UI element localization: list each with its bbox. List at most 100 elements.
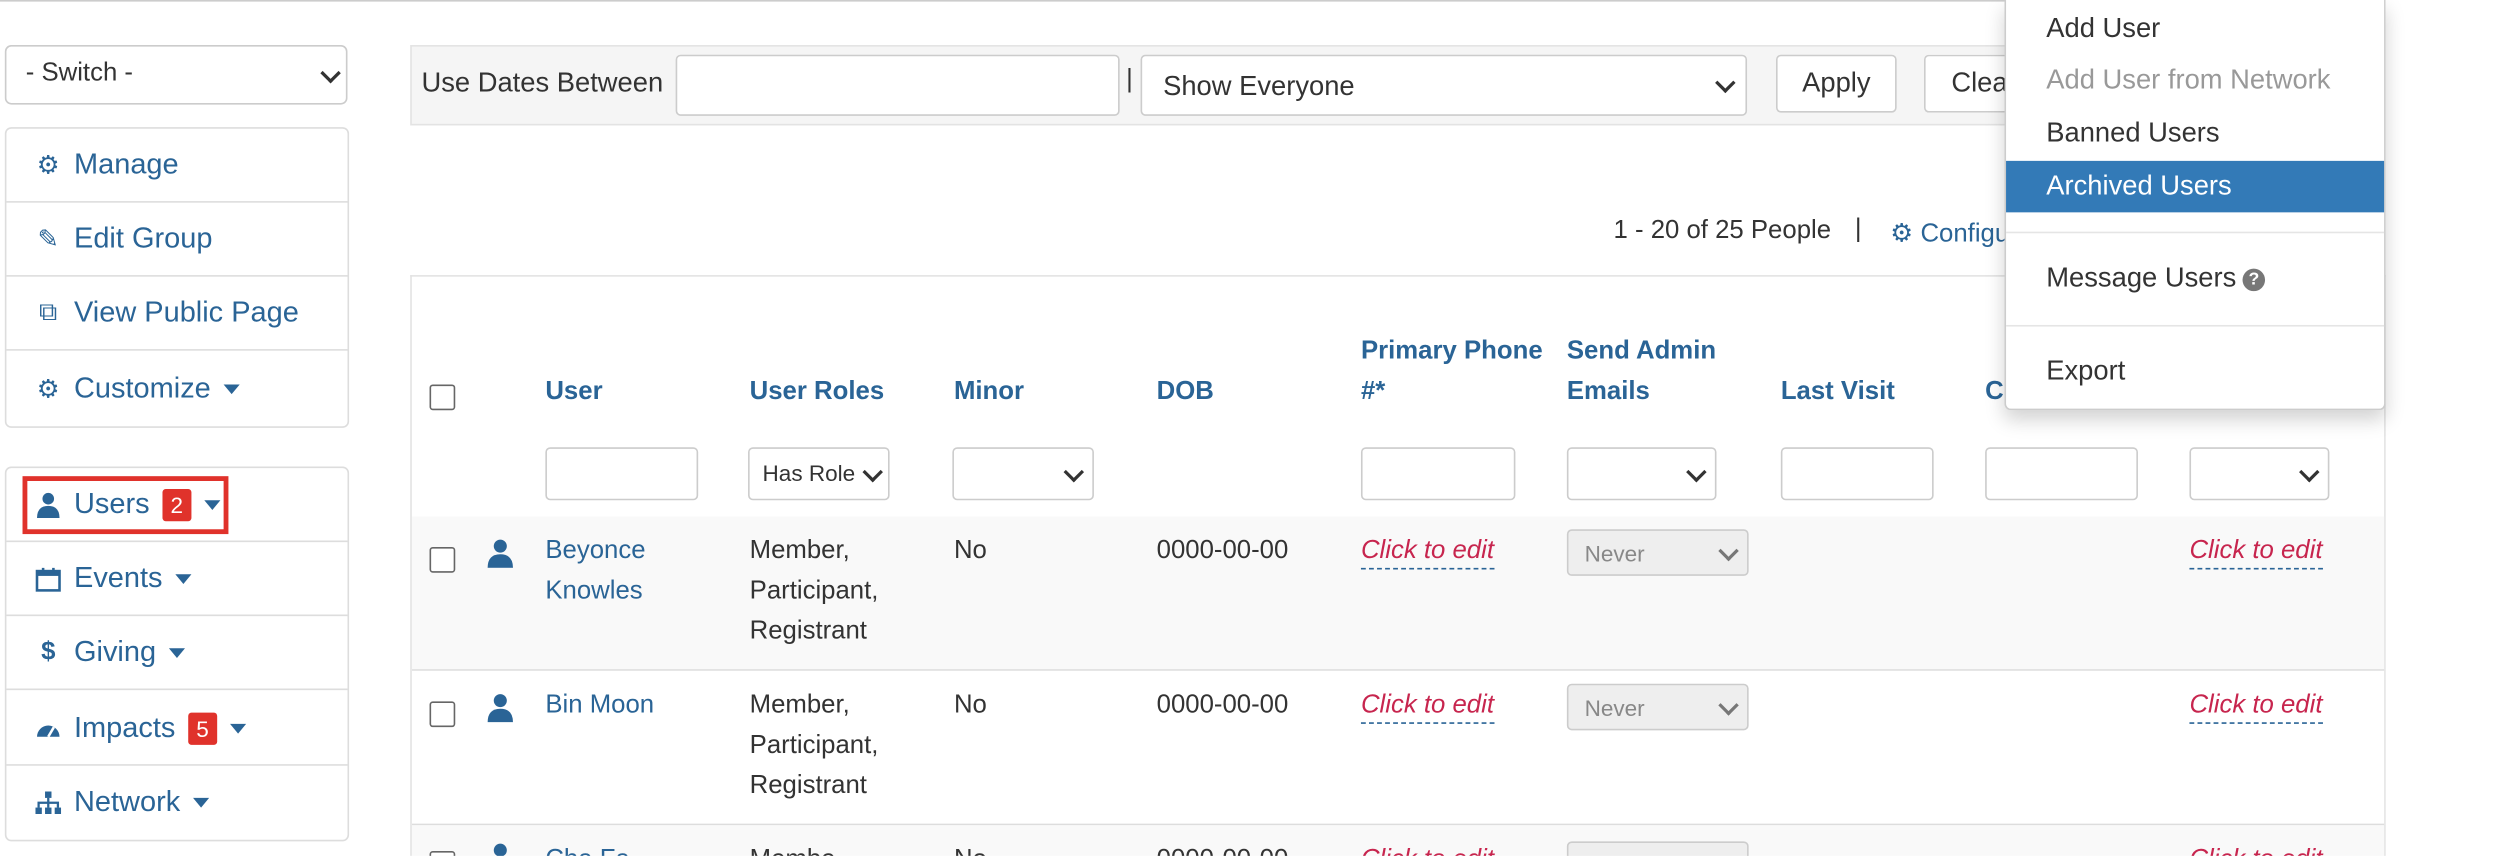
role-filter-select[interactable]: Has Role — [748, 447, 890, 501]
sidebar-item-label: Network — [74, 785, 210, 819]
user-icon — [487, 539, 513, 568]
minor-filter-select[interactable] — [952, 447, 1094, 501]
chevron-down-icon — [1718, 540, 1739, 562]
column-header-primary-phone[interactable]: Primary Phone #* — [1361, 331, 1543, 411]
user-name-link[interactable]: Bin Moon — [545, 685, 654, 725]
sidebar-item-network[interactable]: Network — [6, 766, 347, 840]
switch-select[interactable]: - Switch - — [4, 45, 348, 105]
question-circle-icon: ? — [2242, 267, 2266, 291]
dob-value: 0000-00-00 — [1156, 537, 1289, 565]
sidebar-item-label: Impacts 5 — [74, 711, 246, 745]
date-range-input[interactable] — [675, 54, 1120, 116]
sidebar-item-edit-group[interactable]: ✎ Edit Group — [6, 203, 348, 277]
caret-down-icon — [168, 648, 186, 659]
menu-item-archived-users[interactable]: Archived Users — [2006, 160, 2385, 213]
sitemap-icon — [32, 787, 64, 819]
caret-down-icon — [193, 798, 210, 808]
chevron-down-icon — [1715, 72, 1736, 94]
last-column-click-to-edit[interactable]: Click to edit — [2189, 845, 2322, 856]
impacts-count-badge: 5 — [188, 712, 217, 745]
user-icon — [493, 843, 507, 856]
column-header-user[interactable]: User — [545, 372, 602, 412]
minor-value: No — [953, 537, 987, 565]
ci-filter-input[interactable] — [1985, 447, 2138, 501]
select-all-checkbox[interactable] — [429, 384, 456, 411]
caret-down-icon — [229, 724, 246, 734]
sidebar-item-label: Events — [74, 561, 192, 595]
user-filter-input[interactable] — [545, 447, 699, 501]
chevron-down-icon — [1718, 695, 1739, 716]
chevron-down-icon — [862, 461, 883, 483]
sidebar-group-1: ⚙ Manage ✎ Edit Group ⧉ View Public Page… — [4, 127, 350, 428]
sidebar-item-view-public-page[interactable]: ⧉ View Public Page — [6, 277, 348, 351]
last-column-click-to-edit[interactable]: Click to edit — [2189, 536, 2323, 570]
menu-item-add-user[interactable]: Add User — [2006, 3, 2384, 54]
row-checkbox[interactable] — [429, 546, 456, 573]
user-roles: Member, Participant, Registrant — [749, 537, 879, 646]
caret-down-icon — [175, 574, 192, 585]
sidebar-item-events[interactable]: Events — [6, 542, 348, 617]
role-filter-value: Has Role — [762, 460, 856, 486]
sidebar-item-label: View Public Page — [74, 296, 299, 329]
sidebar-item-label: Giving — [74, 635, 186, 669]
send-emails-value: Never — [1584, 694, 1645, 721]
pencil-icon: ✎ — [37, 226, 60, 255]
column-header-send-admin-emails[interactable]: Send Admin Emails — [1567, 331, 1716, 411]
dob-value: 0000-00-00 — [1156, 691, 1289, 720]
send-emails-value: Never — [1584, 540, 1645, 567]
filter-bar: Use Dates Between | Show Everyone Apply … — [410, 45, 2021, 126]
last-visit-filter-input[interactable] — [1780, 447, 1934, 501]
people-count: 1 - 20 of 25 People — [1613, 217, 1832, 245]
sidebar-item-customize[interactable]: ⚙ Customize — [6, 352, 347, 426]
table-row: Cha Fa Membe No 0000-00-00 Click to edit… — [411, 825, 2385, 856]
dashboard-icon — [32, 713, 64, 745]
row-checkbox[interactable] — [429, 701, 456, 728]
phone-filter-input[interactable] — [1360, 447, 1516, 501]
top-border — [0, 0, 2011, 2]
caret-down-icon — [223, 384, 240, 395]
menu-item-message-users[interactable]: Message Users? — [2006, 253, 2384, 304]
menu-item-add-user-from-network[interactable]: Add User from Network — [2006, 55, 2384, 106]
phone-click-to-edit[interactable]: Click to edit — [1360, 536, 1495, 570]
phone-click-to-edit[interactable]: Click to edit — [1361, 845, 1494, 856]
show-everyone-select[interactable]: Show Everyone — [1140, 54, 1748, 116]
table-row: Beyonce Knowles Member, Participant, Regist… — [411, 516, 2385, 671]
user-icon — [487, 694, 513, 723]
column-header-user-roles[interactable]: User Roles — [750, 372, 884, 412]
users-highlight-box — [22, 476, 229, 535]
dollar-icon: $ — [41, 638, 56, 667]
pager-separator: | — [1854, 215, 1862, 243]
menu-divider — [2006, 231, 2385, 234]
configure-link[interactable]: ⚙ Configu — [1890, 217, 2009, 249]
filter-separator: | — [1126, 65, 1133, 94]
send-emails-filter-select[interactable] — [1566, 447, 1717, 501]
menu-item-export[interactable]: Export — [2006, 346, 2384, 397]
sidebar-item-giving[interactable]: $ Giving — [6, 616, 348, 691]
phone-click-to-edit[interactable]: Click to edit — [1360, 690, 1495, 724]
show-everyone-value: Show Everyone — [1163, 70, 1355, 102]
sidebar-item-label: Manage — [74, 148, 179, 181]
column-header-last-visit[interactable]: Last Visit — [1781, 372, 1895, 412]
column-header-dob[interactable]: DOB — [1157, 372, 1214, 412]
calendar-icon — [32, 563, 64, 595]
row-checkbox[interactable] — [429, 851, 456, 856]
minor-value: No — [953, 691, 987, 720]
chevron-down-icon — [1686, 461, 1707, 483]
chevron-down-icon — [2299, 461, 2320, 483]
user-name-link[interactable]: Beyonce Knowles — [545, 531, 645, 611]
switch-select-value: - Switch - — [25, 59, 133, 87]
chevron-down-icon — [1063, 461, 1085, 483]
column-header-minor[interactable]: Minor — [954, 372, 1024, 412]
sidebar-item-manage[interactable]: ⚙ Manage — [6, 129, 348, 203]
users-dropdown-menu: Add User Add User from Network Banned Us… — [2004, 0, 2386, 411]
menu-item-banned-users[interactable]: Banned Users — [2006, 108, 2384, 159]
cogs-icon: ⚙ — [1890, 220, 1921, 248]
user-roles: Member, Participant, Registrant — [749, 691, 879, 800]
send-emails-select[interactable]: Never — [1566, 529, 1749, 576]
sidebar-item-impacts[interactable]: Impacts 5 — [6, 692, 348, 766]
send-emails-select[interactable]: Never — [1566, 683, 1749, 731]
send-emails-select[interactable] — [1566, 841, 1749, 856]
last-column-filter-select[interactable] — [2189, 447, 2330, 501]
last-column-click-to-edit[interactable]: Click to edit — [2189, 690, 2323, 724]
apply-button[interactable]: Apply — [1776, 54, 1897, 113]
